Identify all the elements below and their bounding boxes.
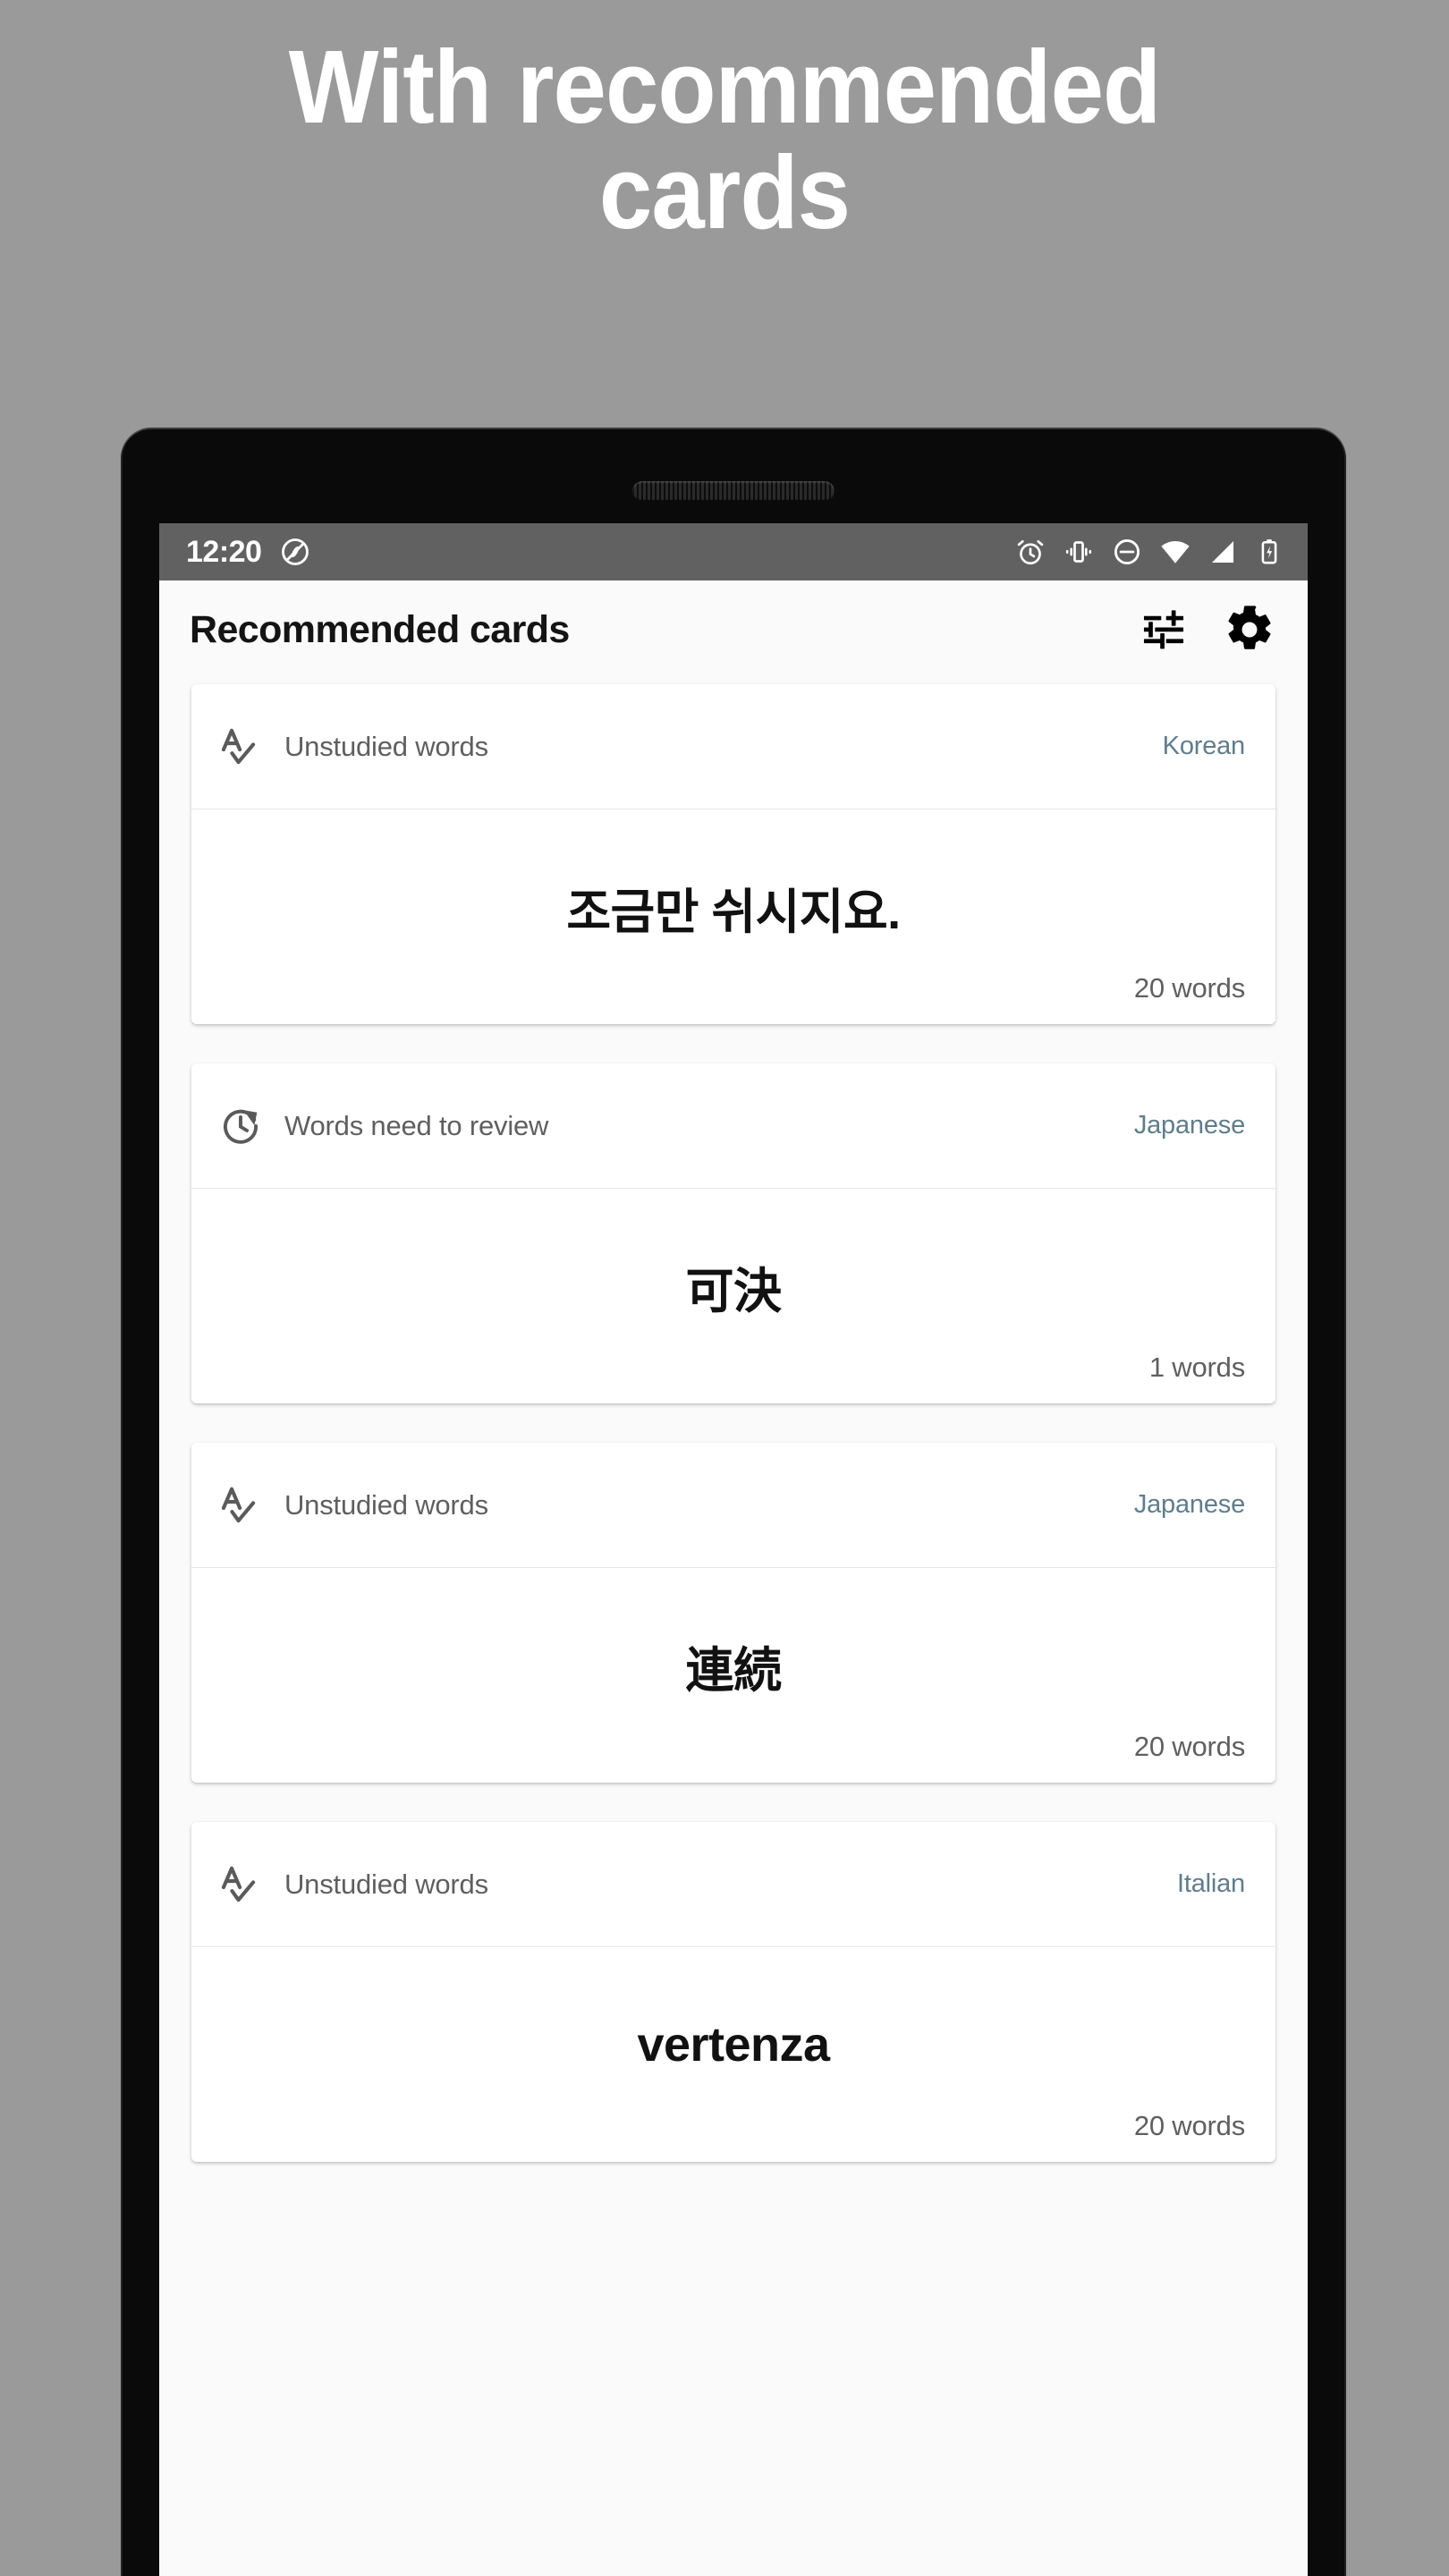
alarm-icon <box>1017 539 1044 565</box>
card-type-label: Unstudied words <box>284 1488 488 1521</box>
recommended-card[interactable]: Unstudied words Italian vertenza 20 word… <box>191 1822 1275 2162</box>
recommended-card[interactable]: Words need to review Japanese 可決 1 words <box>191 1063 1275 1403</box>
phone-mockup: 12:20 Recommended cards Unstudied words … <box>121 428 1346 2576</box>
page-title: Recommended cards <box>190 607 570 651</box>
card-language-label: Korean <box>1162 732 1246 760</box>
tune-button[interactable] <box>1136 602 1191 657</box>
earpiece-speaker-icon <box>632 481 835 501</box>
spellcheck-icon <box>216 723 265 771</box>
spellcheck-icon <box>216 1860 265 1909</box>
phone-screen: 12:20 Recommended cards Unstudied words … <box>159 523 1308 2576</box>
app-bar-actions <box>1136 602 1284 657</box>
status-bar: 12:20 <box>159 523 1308 580</box>
status-bar-clock: 12:20 <box>186 534 262 569</box>
spellcheck-icon <box>216 1481 265 1530</box>
card-language-label: Japanese <box>1133 1111 1245 1140</box>
card-header: Unstudied words Italian <box>191 1822 1275 1947</box>
vibrate-icon <box>1065 541 1092 563</box>
card-header: Unstudied words Japanese <box>191 1443 1275 1568</box>
tune-icon <box>1143 610 1184 649</box>
battery-charging-icon <box>1261 539 1277 564</box>
promo-headline: With recommended cards <box>288 29 1162 250</box>
recommended-card[interactable]: Unstudied words Japanese 連続 20 words <box>191 1443 1275 1783</box>
card-type-label: Unstudied words <box>284 730 488 762</box>
card-header: Words need to review Japanese <box>191 1063 1275 1189</box>
card-body: 조금만 쉬시지요. 20 words <box>191 809 1275 1024</box>
update-icon <box>216 1102 265 1150</box>
settings-icon <box>1228 606 1271 649</box>
data-saver-off-icon <box>282 538 309 565</box>
card-body: 可決 1 words <box>191 1189 1275 1403</box>
card-type-label: Unstudied words <box>284 1868 488 1900</box>
card-term: 可決 <box>685 1264 783 1318</box>
card-word-count: 20 words <box>1133 1731 1245 1762</box>
settings-button[interactable] <box>1222 602 1277 657</box>
card-word-count: 1 words <box>1148 1352 1245 1383</box>
card-header: Unstudied words Korean <box>191 684 1275 809</box>
card-type-label: Words need to review <box>284 1109 549 1141</box>
card-term: vertenza <box>637 2018 830 2072</box>
card-word-count: 20 words <box>1133 2110 1245 2141</box>
card-body: vertenza 20 words <box>191 1947 1275 2162</box>
status-bar-right-icons <box>1014 536 1284 568</box>
recommended-cards-list[interactable]: Unstudied words Korean 조금만 쉬시지요. 20 word… <box>159 679 1308 2576</box>
card-term: 連続 <box>685 1643 783 1698</box>
cell-signal-icon <box>1211 540 1234 564</box>
do-not-disturb-icon <box>1114 538 1140 565</box>
app-bar: Recommended cards <box>159 580 1308 679</box>
card-word-count: 20 words <box>1133 972 1245 1004</box>
card-body: 連続 20 words <box>191 1568 1275 1783</box>
card-language-label: Japanese <box>1133 1490 1245 1519</box>
card-language-label: Italian <box>1177 1869 1245 1898</box>
recommended-card[interactable]: Unstudied words Korean 조금만 쉬시지요. 20 word… <box>191 684 1275 1024</box>
status-bar-left-icons <box>279 536 311 568</box>
wifi-icon <box>1161 541 1190 564</box>
card-term: 조금만 쉬시지요. <box>566 885 901 939</box>
